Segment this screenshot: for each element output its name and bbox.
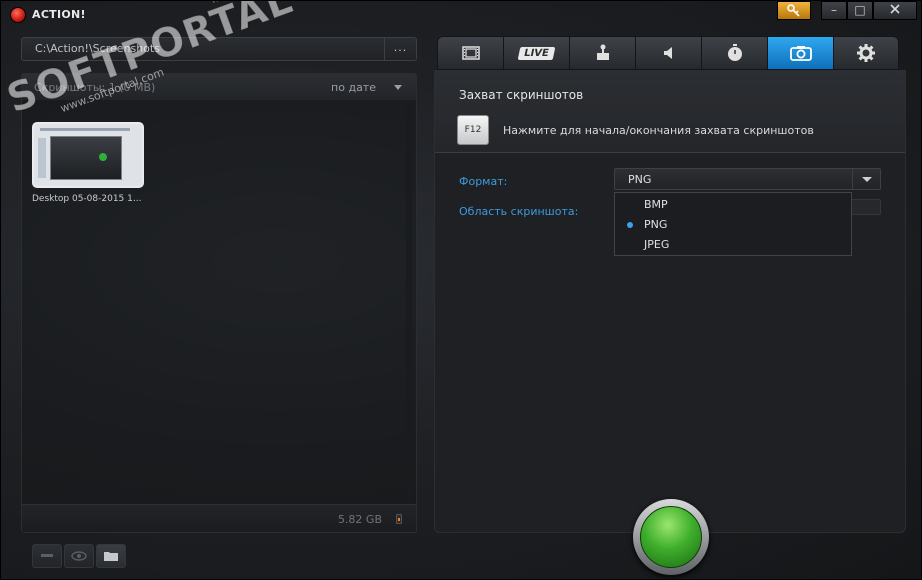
chevron-down-icon[interactable] [394, 85, 402, 90]
sort-dropdown[interactable]: по дате [331, 81, 376, 94]
open-folder-button[interactable] [96, 544, 126, 568]
screenshot-thumbnail[interactable] [32, 122, 144, 188]
tab-settings[interactable] [833, 36, 899, 70]
list-footer: 5.82 GB [22, 504, 416, 532]
tab-bar: LIVE [437, 36, 899, 70]
tab-benchmark[interactable] [701, 36, 767, 70]
format-select[interactable]: PNG [614, 168, 881, 190]
stopwatch-icon [727, 44, 742, 61]
list-title: Скриншоты: 1 (0 MB) [34, 81, 156, 94]
list-item[interactable]: Desktop 05-08-2015 1... [32, 122, 144, 204]
app-title: ACTION! [32, 8, 86, 21]
close-button[interactable] [873, 1, 917, 20]
disk-icon [396, 514, 402, 524]
folder-icon [104, 552, 118, 561]
format-label: Формат: [459, 175, 508, 188]
format-option-jpeg[interactable]: JPEG [615, 235, 851, 255]
close-icon [890, 4, 900, 14]
license-key-button[interactable] [777, 1, 811, 20]
selected-dot-icon [627, 222, 633, 228]
area-label: Область скриншота: [459, 205, 579, 218]
delete-button[interactable] [32, 544, 62, 568]
section-title: Захват скриншотов [459, 88, 584, 102]
chevron-down-icon[interactable] [852, 169, 880, 189]
eye-icon [71, 551, 87, 561]
maximize-button[interactable]: □ [847, 1, 873, 20]
browse-button[interactable]: ... [384, 38, 416, 60]
hotkey-button[interactable]: F12 [457, 115, 489, 145]
camera-icon [789, 46, 812, 61]
tab-screenshots[interactable] [767, 36, 833, 70]
hotkey-hint: Нажмите для начала/окончания захвата скр… [503, 124, 814, 137]
path-field[interactable]: C:\Action!\Screenshots ... [21, 37, 417, 61]
app-window: ACTION! – □ C:\Action!\Screenshots ... С… [0, 0, 922, 580]
format-option-label: PNG [644, 218, 668, 231]
capture-section: Захват скриншотов F12 Нажмите для начала… [435, 71, 905, 153]
key-icon [787, 4, 800, 17]
tab-audio[interactable] [635, 36, 701, 70]
gear-icon [857, 44, 875, 62]
thumbnail-caption: Desktop 05-08-2015 1... [32, 194, 142, 204]
minimize-button[interactable]: – [821, 1, 847, 20]
screenshot-list-panel: Скриншоты: 1 (0 MB) по дате Desktop 05-0… [21, 73, 417, 533]
film-icon [461, 46, 480, 60]
tab-video[interactable] [437, 36, 503, 70]
live-label: LIVE [517, 46, 556, 60]
tab-gameplay[interactable] [569, 36, 635, 70]
area-select[interactable] [850, 199, 881, 215]
speaker-icon [663, 47, 672, 59]
format-option-bmp[interactable]: BMP [615, 195, 851, 215]
screenshot-settings-panel: Захват скриншотов F12 Нажмите для начала… [434, 70, 906, 533]
free-space-label: 5.82 GB [337, 513, 382, 526]
title-bar: ACTION! – □ [1, 1, 921, 29]
app-logo-icon [11, 8, 25, 22]
record-button[interactable] [633, 499, 709, 575]
joystick-icon [596, 44, 609, 60]
path-value: C:\Action!\Screenshots [35, 42, 160, 55]
list-header: Скриншоты: 1 (0 MB) по дате [22, 74, 416, 101]
format-select-value: PNG [628, 173, 652, 186]
preview-button[interactable] [64, 544, 94, 568]
format-dropdown-list: BMP PNG JPEG [614, 192, 852, 256]
format-option-png[interactable]: PNG [615, 215, 851, 235]
tab-live[interactable]: LIVE [503, 36, 569, 70]
list-scrollbar[interactable] [406, 104, 412, 504]
record-button-light [640, 506, 702, 568]
minus-icon [41, 554, 53, 557]
